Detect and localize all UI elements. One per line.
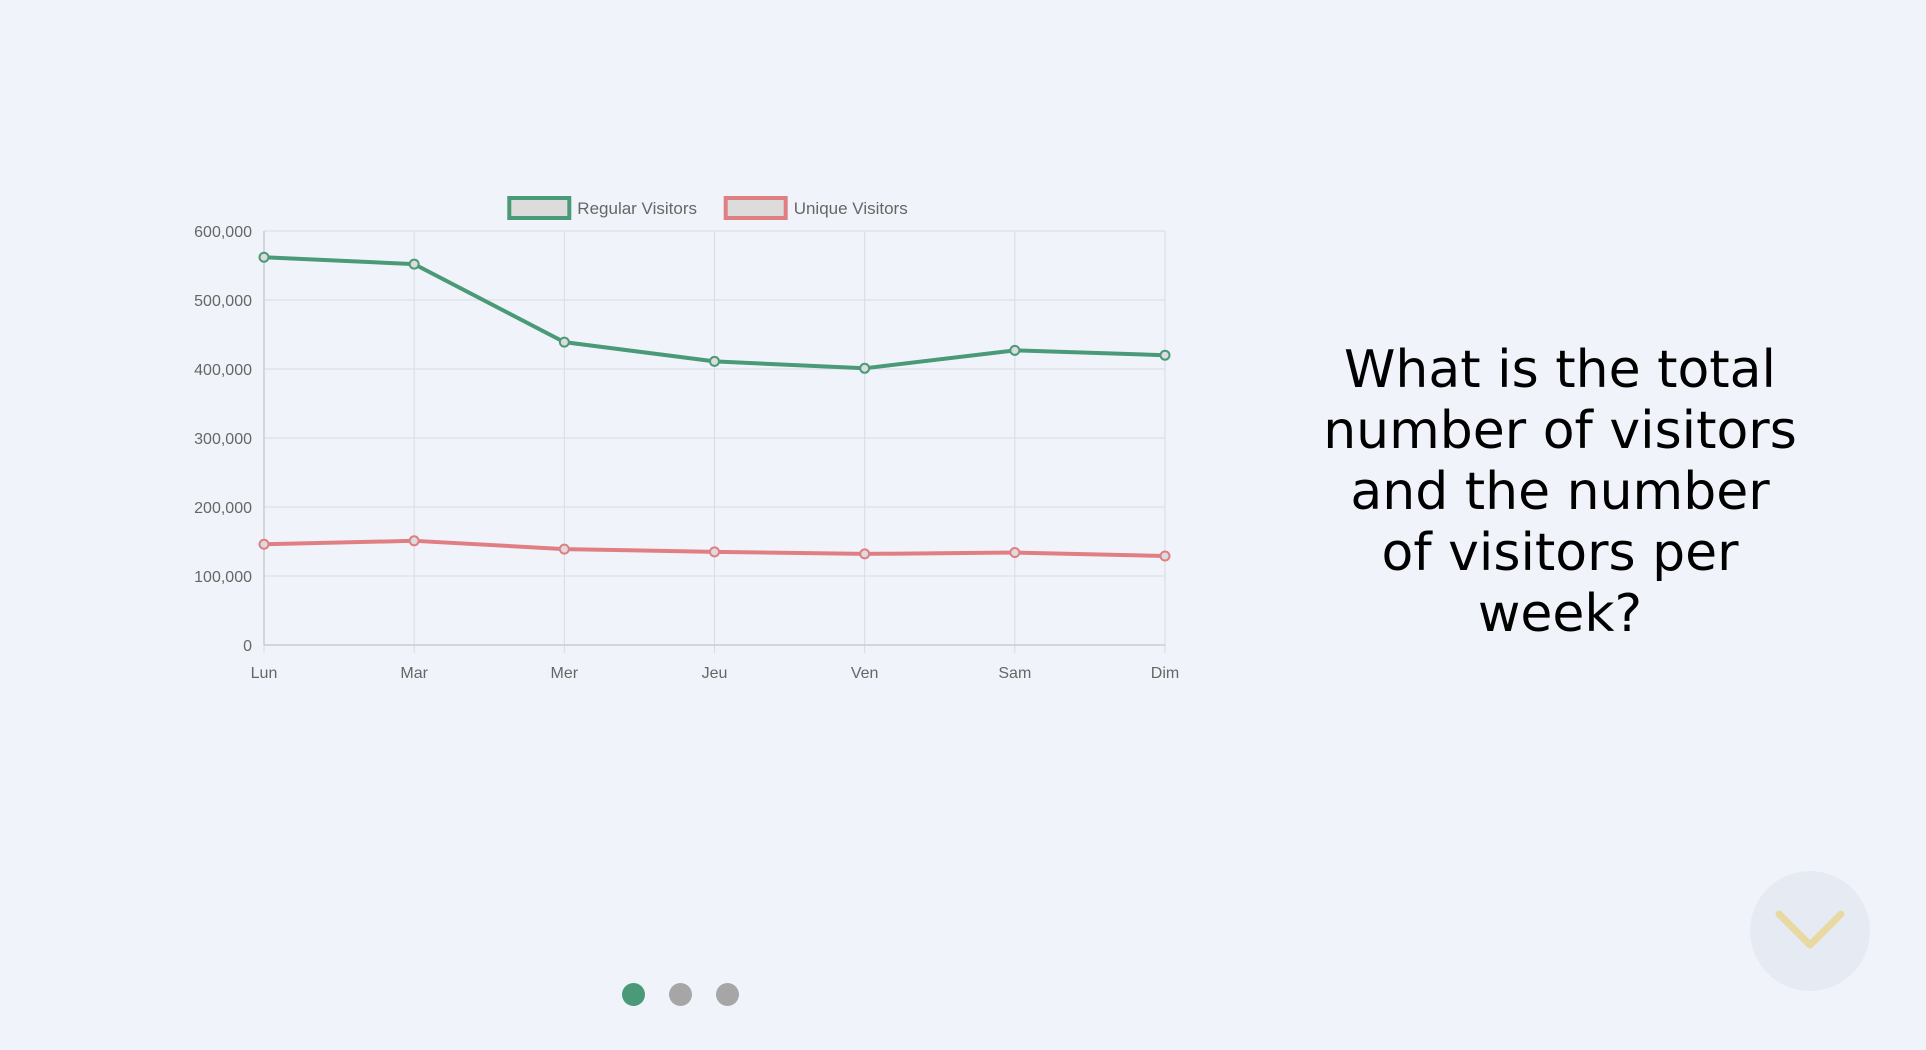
y-tick-label: 100,000	[194, 569, 252, 586]
x-tick-label: Lun	[251, 665, 278, 682]
data-point	[859, 362, 871, 374]
data-point	[1009, 344, 1021, 356]
legend-label: Unique Visitors	[794, 199, 908, 218]
y-tick-label: 0	[243, 638, 252, 655]
data-point	[408, 535, 420, 547]
x-tick-label: Mer	[551, 665, 579, 682]
data-point	[1159, 349, 1171, 361]
y-tick-label: 400,000	[194, 362, 252, 379]
chevron-down-icon	[1775, 910, 1845, 949]
legend-label: Regular Visitors	[577, 199, 697, 218]
x-tick-label: Dim	[1151, 665, 1179, 682]
data-point	[258, 251, 270, 263]
x-tick-label: Jeu	[702, 665, 728, 682]
data-point	[859, 548, 871, 560]
next-button[interactable]	[1750, 871, 1870, 991]
pagination-dot-2[interactable]	[669, 983, 692, 1006]
x-tick-label: Ven	[851, 665, 879, 682]
legend-swatch	[723, 196, 788, 220]
data-point	[558, 336, 570, 348]
data-point	[408, 258, 420, 270]
pagination-dot-3[interactable]	[716, 983, 739, 1006]
data-point	[558, 543, 570, 555]
pagination-dots	[622, 983, 739, 1006]
question-text: What is the total number of visitors and…	[1323, 340, 1797, 644]
y-tick-label: 600,000	[194, 224, 252, 241]
x-tick-label: Sam	[998, 665, 1031, 682]
data-point	[1009, 547, 1021, 559]
y-tick-label: 300,000	[194, 431, 252, 448]
data-point	[709, 355, 720, 367]
data-point	[1159, 550, 1171, 562]
data-point	[709, 546, 720, 558]
y-tick-label: 500,000	[194, 293, 252, 310]
data-point	[258, 538, 270, 550]
pagination-dot-1[interactable]	[622, 983, 645, 1006]
legend-swatch	[507, 196, 572, 220]
x-tick-label: Mar	[400, 665, 428, 682]
y-tick-label: 200,000	[194, 500, 252, 517]
